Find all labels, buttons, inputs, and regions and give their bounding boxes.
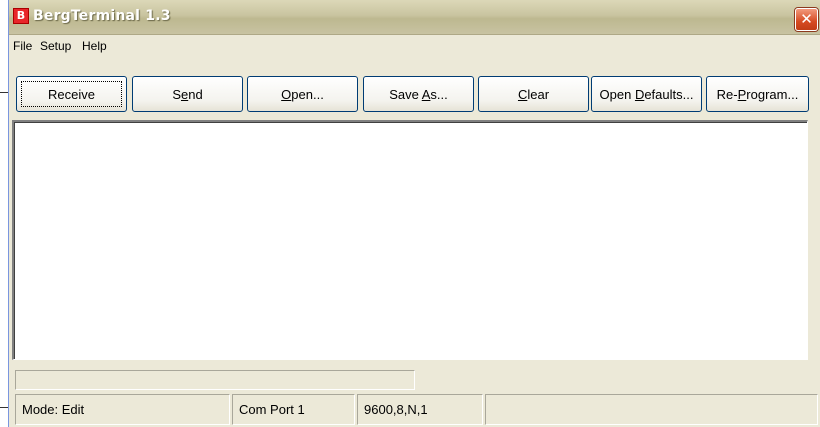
app-logo-icon: B	[13, 8, 29, 24]
send-button[interactable]: Send	[132, 76, 243, 112]
close-button[interactable]: ✕	[795, 8, 818, 31]
callout-line-bottom	[0, 407, 8, 408]
clear-button[interactable]: Clear	[478, 76, 589, 112]
open-button[interactable]: Open...	[247, 76, 358, 112]
window-title: BergTerminal 1.3	[33, 8, 171, 24]
open-defaults-mnemonic: D	[634, 87, 645, 102]
clear-label: lear	[527, 87, 550, 102]
save-as-label-a: Save	[389, 87, 422, 102]
clear-mnemonic: C	[517, 87, 528, 102]
status-mode: Mode: Edit	[15, 394, 230, 425]
menu-setup[interactable]: Setup	[39, 39, 72, 53]
reprogram-mnemonic: P	[737, 87, 747, 102]
open-mnemonic: O	[281, 87, 292, 102]
terminal-text-area[interactable]	[12, 120, 808, 360]
status-bar: Mode: Edit Com Port 1 9600,8,N,1	[8, 392, 820, 427]
menu-help[interactable]: Help	[81, 39, 108, 53]
progress-bar	[15, 370, 415, 390]
open-defaults-label-b: efaults...	[644, 87, 694, 102]
button-toolbar: Receive Send Open... Save As... Clear Op…	[10, 76, 810, 114]
receive-button[interactable]: Receive	[16, 76, 127, 112]
save-as-label-b: s...	[430, 87, 448, 102]
status-com-port: Com Port 1	[232, 394, 355, 425]
open-defaults-label-a: Open	[599, 87, 635, 102]
open-label: pen...	[291, 87, 324, 102]
menu-bar: File Setup Help	[9, 35, 820, 57]
status-port-settings: 9600,8,N,1	[357, 394, 483, 425]
reprogram-label-b: rogram...	[746, 87, 799, 102]
reprogram-button[interactable]: Re-Program...	[706, 76, 809, 112]
title-bar[interactable]: B BergTerminal 1.3 ✕	[9, 0, 820, 35]
close-icon: ✕	[800, 10, 813, 28]
send-label-b: nd	[188, 87, 203, 102]
open-defaults-button[interactable]: Open Defaults...	[591, 76, 702, 112]
reprogram-label-a: Re-	[716, 87, 738, 102]
menu-file[interactable]: File	[12, 39, 33, 53]
status-extra	[485, 394, 818, 425]
save-as-button[interactable]: Save As...	[363, 76, 474, 112]
send-label-a: S	[172, 87, 181, 102]
receive-label: Receive	[48, 87, 95, 102]
